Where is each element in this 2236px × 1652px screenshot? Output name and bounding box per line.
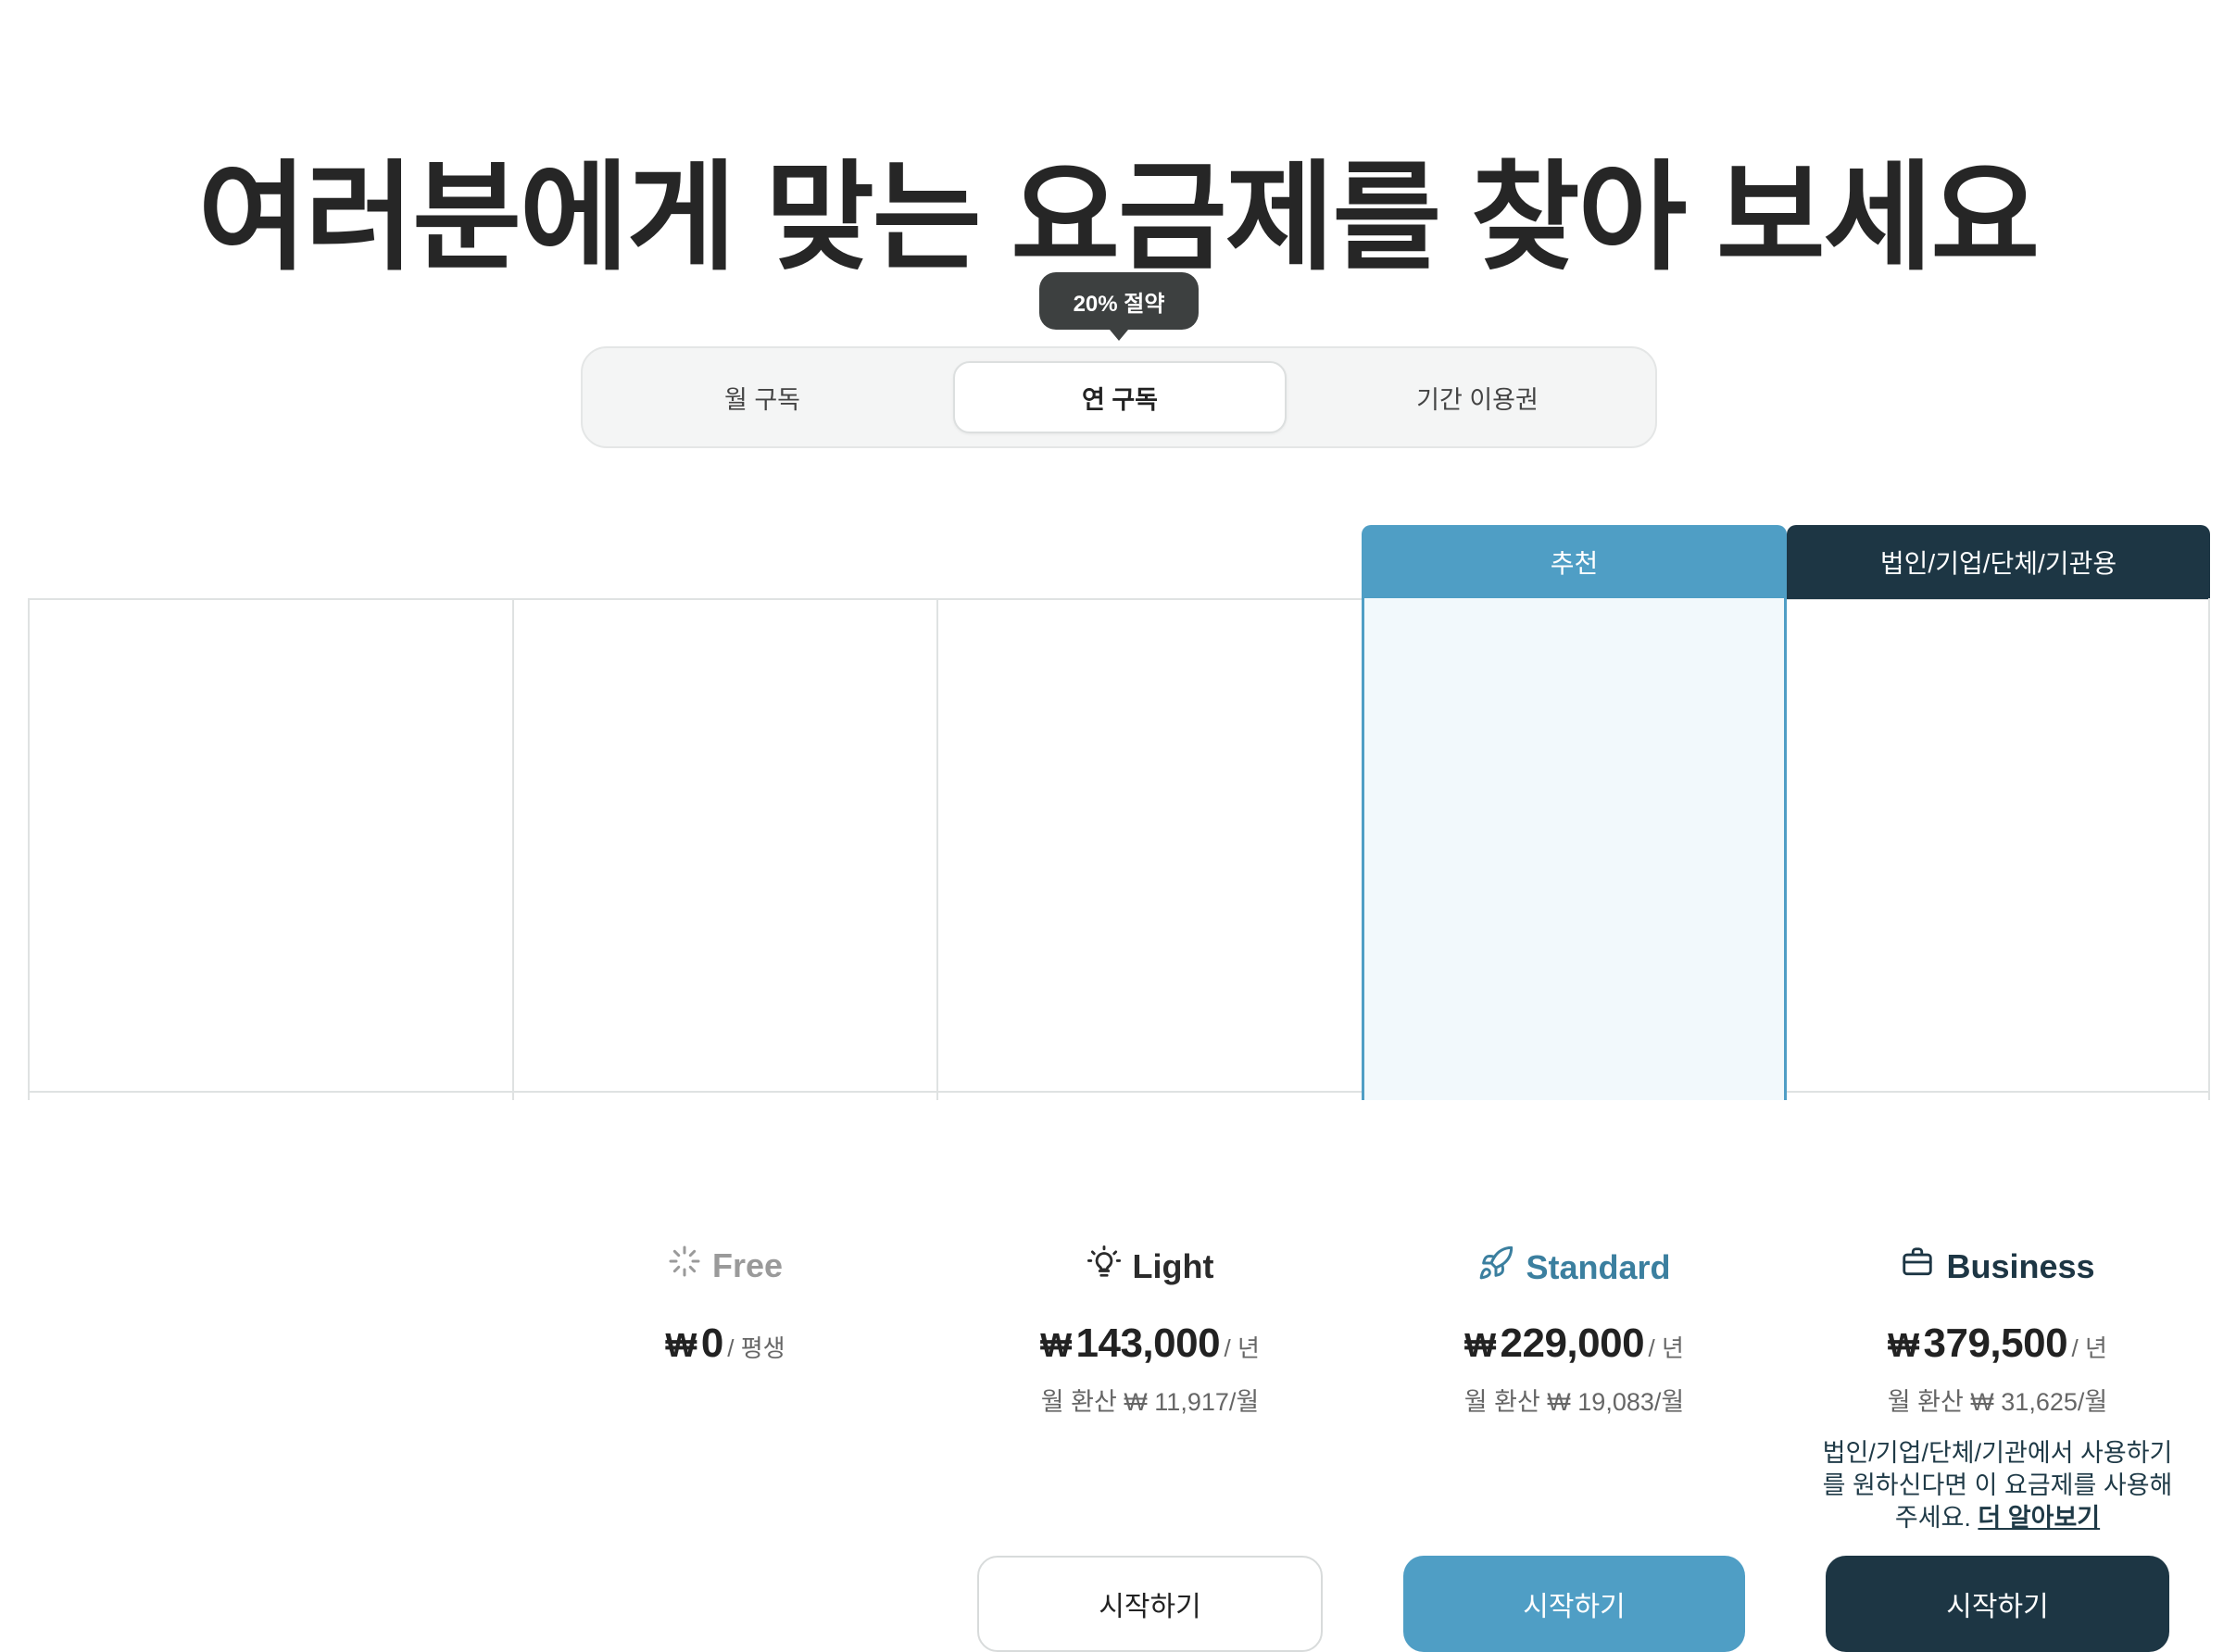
monthly-equivalent: 월 환산 ₩ 11,917/월 [1040,1388,1260,1416]
toggle-period-pass[interactable]: 기간 이용권 [1311,361,1644,433]
toggle-annual[interactable]: 연 구독 [953,361,1287,433]
badge-pointer [1110,330,1128,341]
price-amount: 379,500 [1923,1320,2068,1366]
price-period: / 년 [1648,1334,1684,1362]
rocket-icon [1477,1245,1526,1290]
plan-price: ₩ 229,000 / 년 [1364,1320,1784,1367]
plan-header-light: Light [938,1245,1362,1288]
price-amount: 0 [700,1320,723,1366]
plan-column-light: Light ₩ 143,000 / 년 월 환산 ₩ 11,917/월 시작하기 [938,598,1362,1652]
currency-symbol: ₩ [1040,1326,1073,1364]
plan-header-business: Business [1787,1245,2208,1288]
business-description: 법인/기업/단체/기관에서 사용하기를 원하신다면 이 요금제를 사용해 주세요… [1822,1437,2173,1534]
business-tab: 법인/기업/단체/기관용 [1787,525,2210,599]
start-standard-button[interactable]: 시작하기 [1403,1556,1745,1652]
discount-badge-label: 20% 절약 [1073,291,1165,317]
plan-column-free: Free ₩ 0 / 평생 [514,598,936,1366]
plan-name: Business [1946,1246,2095,1285]
lightbulb-icon [1087,1245,1133,1288]
plan-column-business: Business ₩ 379,500 / 년 월 환산 ₩ 31,625/월 법… [1787,598,2210,1652]
currency-symbol: ₩ [1464,1326,1497,1364]
loader-icon [668,1245,712,1286]
start-light-button[interactable]: 시작하기 [977,1556,1323,1652]
table-left-border [28,598,30,1100]
plan-price: ₩ 0 / 평생 [514,1320,936,1367]
plan-price: ₩ 379,500 / 년 [1787,1320,2208,1367]
start-business-button[interactable]: 시작하기 [1826,1556,2169,1652]
currency-symbol: ₩ [665,1326,697,1364]
price-amount: 143,000 [1075,1320,1221,1366]
plan-column-standard: Standard ₩ 229,000 / 년 월 환산 ₩ 19,083/월 시… [1362,598,1787,1652]
discount-badge: 20% 절약 [1039,272,1199,341]
plan-name: Standard [1526,1247,1671,1286]
toggle-monthly[interactable]: 월 구독 [596,361,929,433]
price-period: / 평생 [727,1334,785,1362]
learn-more-link[interactable]: 더 알아보기 [1978,1504,2100,1532]
plan-header-standard: Standard [1364,1245,1784,1290]
plan-price: ₩ 143,000 / 년 [938,1320,1362,1367]
currency-symbol: ₩ [1888,1326,1920,1364]
recommended-tab: 추천 [1362,525,1787,599]
price-period: / 년 [1224,1334,1260,1362]
plan-name: Light [1132,1246,1214,1285]
monthly-equivalent: 월 환산 ₩ 19,083/월 [1463,1388,1685,1416]
billing-period-toggle: 월 구독 연 구독 기간 이용권 [581,346,1657,448]
plan-header-free: Free [514,1245,936,1286]
price-period: / 년 [2071,1334,2107,1362]
page-title: 여러분에게 맞는 요금제를 찾아 보세요 [197,151,2040,284]
monthly-equivalent: 월 환산 ₩ 31,625/월 [1887,1388,2108,1416]
price-amount: 229,000 [1500,1320,1645,1366]
plan-name: Free [711,1245,784,1284]
briefcase-icon [1900,1245,1946,1288]
